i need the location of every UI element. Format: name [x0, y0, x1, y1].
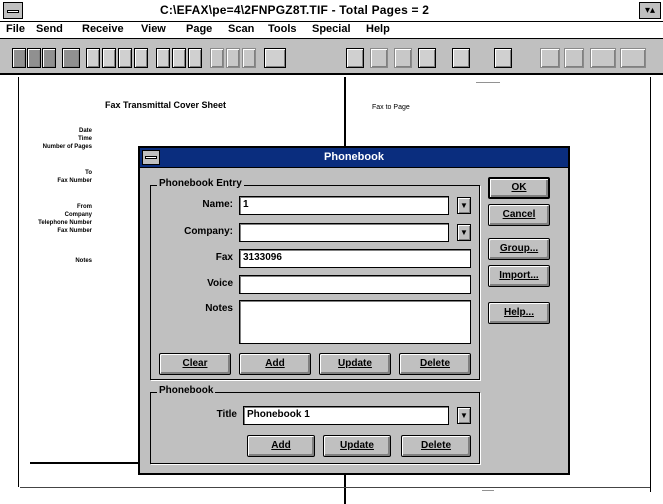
box-icon[interactable]	[418, 48, 436, 68]
company-field[interactable]	[239, 223, 449, 242]
menu-help[interactable]: Help	[366, 23, 390, 35]
doc-label-date: Date	[78, 128, 92, 134]
page-edge-left	[18, 77, 19, 487]
name-field[interactable]: 1	[239, 196, 449, 215]
rotate-icon[interactable]	[210, 48, 224, 68]
phonebook-file-label: Phonebook	[157, 385, 216, 396]
menu-view[interactable]: View	[141, 23, 166, 35]
phonebook-title-field[interactable]: Phonebook 1	[243, 406, 449, 425]
doc-label-pages: Number of Pages	[42, 144, 92, 150]
select-icon[interactable]	[370, 48, 388, 68]
voice-label: Voice	[207, 278, 233, 289]
doc-label-notes: Notes	[75, 258, 92, 264]
zoom-in-icon[interactable]	[172, 48, 186, 68]
menu-bar: File Send Receive View Page Scan Tools S…	[0, 22, 663, 39]
entry-add-button[interactable]: Add	[239, 353, 311, 375]
note-icon[interactable]	[540, 48, 560, 68]
receive-icon[interactable]	[27, 48, 41, 68]
phonebook-dropdown-button[interactable]: ▼	[457, 407, 471, 424]
last-page-icon[interactable]	[134, 48, 148, 68]
group-button[interactable]: Group...	[488, 238, 550, 260]
voice-field[interactable]	[239, 275, 471, 294]
restore-button[interactable]: ▾▴	[639, 2, 661, 19]
entry-delete-button[interactable]: Delete	[399, 353, 471, 375]
page-bottom-edge	[20, 487, 650, 488]
line-icon[interactable]	[394, 48, 412, 68]
text-icon[interactable]	[452, 48, 470, 68]
menu-scan[interactable]: Scan	[228, 23, 254, 35]
fax-out-icon[interactable]	[590, 48, 616, 68]
doc-label-time: Time	[78, 136, 92, 142]
title-label: Title	[216, 409, 237, 420]
flip-icon[interactable]	[226, 48, 240, 68]
tools-icon[interactable]	[62, 48, 80, 68]
pointer-icon[interactable]	[346, 48, 364, 68]
doc-label-telephone: Telephone Number	[38, 220, 92, 226]
menu-receive[interactable]: Receive	[82, 23, 124, 35]
doc-label-company: Company	[64, 212, 92, 218]
notes-label: Notes	[205, 303, 233, 314]
document-top-mark: ————	[476, 80, 500, 86]
next-page-icon[interactable]	[118, 48, 132, 68]
phonebook-entry-label: Phonebook Entry	[157, 178, 244, 189]
import-button[interactable]: Import...	[488, 265, 550, 287]
menu-file[interactable]: File	[6, 23, 25, 35]
doc-label-to: To	[85, 170, 92, 176]
document-right-text: Fax to Page	[372, 104, 410, 111]
phonebook-entry-group: Phonebook Entry Name: 1 ▼ Company: ▼ Fax…	[150, 178, 480, 380]
company-dropdown-button[interactable]: ▼	[457, 224, 471, 241]
doc-label-fax-number: Fax Number	[57, 178, 92, 184]
prev-page-icon[interactable]	[102, 48, 116, 68]
document-bottom-mark: ——	[482, 488, 494, 494]
ok-button[interactable]: OK	[488, 177, 550, 199]
help-button[interactable]: Help...	[488, 302, 550, 324]
phonebook-delete-button[interactable]: Delete	[401, 435, 471, 457]
page-edge-right	[650, 77, 651, 492]
cancel-button[interactable]: Cancel	[488, 204, 550, 226]
menu-special[interactable]: Special	[312, 23, 351, 35]
invert-icon[interactable]	[242, 48, 256, 68]
document-heading: Fax Transmittal Cover Sheet	[105, 100, 227, 110]
menu-tools[interactable]: Tools	[268, 23, 297, 35]
dialog-title: Phonebook	[324, 151, 384, 163]
zoom-out-icon[interactable]	[156, 48, 170, 68]
scan-icon[interactable]	[42, 48, 56, 68]
fax-icon[interactable]	[12, 48, 26, 68]
window-title: C:\EFAX\pe=4\2FNPGZ8T.TIF - Total Pages …	[160, 3, 430, 17]
name-label: Name:	[202, 199, 233, 210]
fax-label: Fax	[215, 252, 233, 263]
phonebook-add-button[interactable]: Add	[247, 435, 315, 457]
fax-field[interactable]: 3133096	[239, 249, 471, 268]
menu-send[interactable]: Send	[36, 23, 63, 35]
entry-update-button[interactable]: Update	[319, 353, 391, 375]
name-dropdown-button[interactable]: ▼	[457, 197, 471, 214]
document-rule	[30, 462, 140, 464]
phonebook-update-button[interactable]: Update	[323, 435, 391, 457]
doc-label-fax-number-2: Fax Number	[57, 228, 92, 234]
company-label: Company:	[184, 226, 233, 237]
dialog-titlebar: Phonebook	[140, 148, 568, 168]
phonebook-icon[interactable]	[620, 48, 646, 68]
phonebook-dialog: Phonebook Phonebook Entry Name: 1 ▼ Comp…	[138, 146, 570, 475]
fit-page-icon[interactable]	[188, 48, 202, 68]
view-icon[interactable]	[264, 48, 286, 68]
clear-button[interactable]: Clear	[159, 353, 231, 375]
doc-label-from: From	[77, 204, 92, 210]
system-menu-button[interactable]	[3, 2, 23, 19]
menu-page[interactable]: Page	[186, 23, 212, 35]
notes-field[interactable]	[239, 300, 471, 344]
toolbar	[0, 39, 663, 75]
window-titlebar: C:\EFAX\pe=4\2FNPGZ8T.TIF - Total Pages …	[0, 0, 663, 22]
first-page-icon[interactable]	[86, 48, 100, 68]
phonebook-file-group: Phonebook Title Phonebook 1 ▼ Add Update…	[150, 385, 480, 464]
signature-icon[interactable]	[564, 48, 584, 68]
stamp-icon[interactable]	[494, 48, 512, 68]
